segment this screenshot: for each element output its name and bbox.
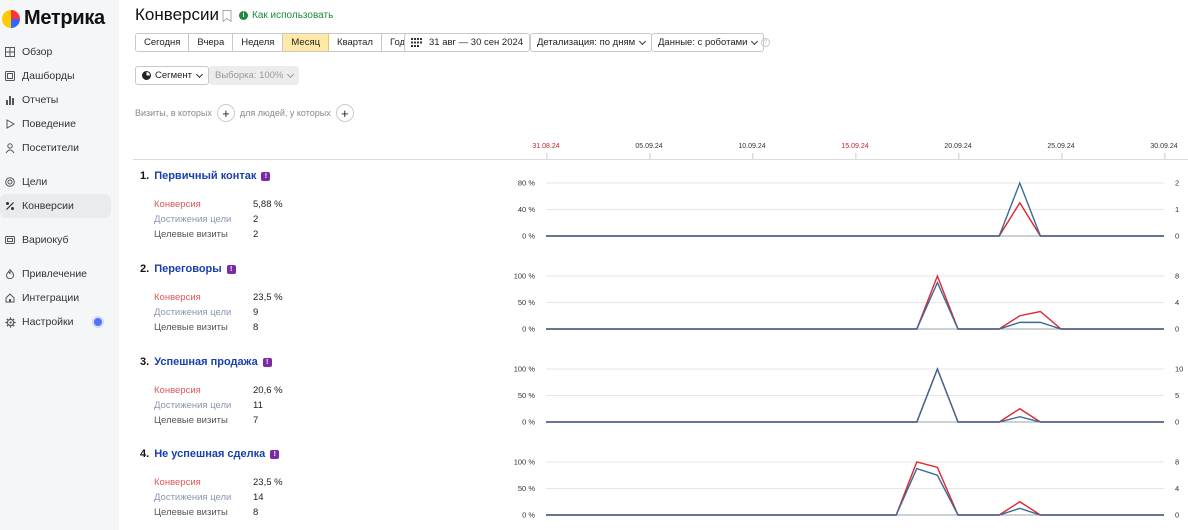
left-axis-tick-label: 0 % — [522, 232, 535, 241]
left-axis-tick-label: 0 % — [522, 511, 535, 520]
left-axis-tick-label: 100 % — [514, 272, 536, 281]
right-axis-tick-label: 0 — [1175, 511, 1179, 520]
left-axis-tick-label: 40 % — [518, 205, 535, 214]
right-axis-tick-label: 0 — [1175, 418, 1179, 427]
right-axis-tick-label: 8 — [1175, 272, 1179, 281]
right-axis-tick-label: 2 — [1175, 179, 1179, 188]
right-axis-tick-label: 10 — [1175, 365, 1183, 374]
goal-charts: 80 % 240 % 10 % 0100 % 850 % 40 % 0100 % 1050 %… — [514, 179, 1184, 520]
visits-series-line — [546, 467, 1164, 516]
conversion-series-line — [546, 201, 1164, 237]
left-axis-tick-label: 50 % — [518, 484, 535, 493]
right-axis-tick-label: 5 — [1175, 391, 1179, 400]
visits-series-line — [546, 280, 1164, 330]
right-axis-tick-label: 0 — [1175, 325, 1179, 334]
right-axis-tick-label: 1 — [1175, 205, 1179, 214]
right-axis-tick-label: 4 — [1175, 298, 1179, 307]
right-axis-tick-label: 0 — [1175, 232, 1179, 241]
left-axis-tick-label: 100 % — [514, 365, 536, 374]
left-axis-tick-label: 0 % — [522, 325, 535, 334]
left-axis-tick-label: 80 % — [518, 179, 535, 188]
left-axis-tick-label: 0 % — [522, 418, 535, 427]
right-axis-tick-label: 8 — [1175, 458, 1179, 467]
left-axis-tick-label: 50 % — [518, 391, 535, 400]
left-axis-tick-label: 50 % — [518, 298, 535, 307]
left-axis-tick-label: 100 % — [514, 458, 536, 467]
right-axis-tick-label: 4 — [1175, 484, 1179, 493]
